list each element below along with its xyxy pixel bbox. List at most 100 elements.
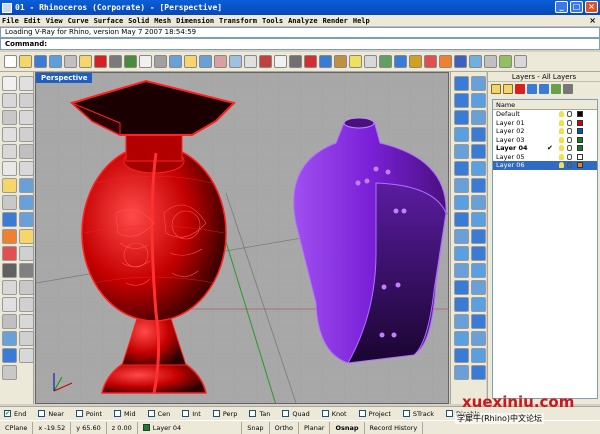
draw-tool-icon[interactable] xyxy=(2,229,17,244)
layer-color-swatch[interactable] xyxy=(577,145,583,151)
layer-options-icon[interactable] xyxy=(563,84,573,94)
move-up-icon[interactable] xyxy=(527,84,537,94)
toolbar-tool-icon[interactable] xyxy=(514,55,527,68)
viewport-title-tab[interactable]: Perspective xyxy=(36,73,93,83)
minimize-button[interactable]: _ xyxy=(555,1,568,13)
osnap-checkbox[interactable] xyxy=(114,410,122,417)
surface-tool-icon[interactable] xyxy=(454,348,469,363)
draw-tool-icon[interactable] xyxy=(2,178,17,193)
osnap-checkbox[interactable] xyxy=(38,410,46,417)
surface-tool-icon[interactable] xyxy=(471,110,486,125)
toolbar-tool-icon[interactable] xyxy=(109,55,122,68)
draw-tool-icon[interactable] xyxy=(2,348,17,363)
draw-tool-icon[interactable] xyxy=(2,144,17,159)
toolbar-tool-icon[interactable] xyxy=(469,55,482,68)
toolbar-tool-icon[interactable] xyxy=(34,55,47,68)
toolbar-tool-icon[interactable] xyxy=(304,55,317,68)
surface-tool-icon[interactable] xyxy=(454,246,469,261)
draw-tool-icon[interactable] xyxy=(2,365,17,380)
planar-toggle[interactable]: Planar xyxy=(299,421,331,434)
menu-tools[interactable]: Tools xyxy=(262,17,283,25)
osnap-checkbox[interactable] xyxy=(402,410,410,417)
filter-icon[interactable] xyxy=(551,84,561,94)
draw-tool-icon[interactable] xyxy=(19,280,34,295)
draw-tool-icon[interactable] xyxy=(2,314,17,329)
osnap-option[interactable]: STrack xyxy=(402,410,434,418)
osnap-option[interactable]: Perp xyxy=(212,410,237,418)
menu-dimension[interactable]: Dimension xyxy=(176,17,214,25)
perspective-viewport[interactable]: Perspective xyxy=(35,72,449,404)
draw-tool-icon[interactable] xyxy=(19,212,34,227)
layer-visibility-icon[interactable] xyxy=(559,119,564,126)
surface-tool-icon[interactable] xyxy=(471,76,486,91)
record-history-toggle[interactable]: Record History xyxy=(365,421,424,434)
maximize-button[interactable]: □ xyxy=(570,1,583,13)
surface-tool-icon[interactable] xyxy=(471,246,486,261)
toolbar-tool-icon[interactable] xyxy=(79,55,92,68)
menu-curve[interactable]: Curve xyxy=(68,17,89,25)
layers-column-header[interactable]: Name xyxy=(493,100,597,110)
draw-tool-icon[interactable] xyxy=(2,110,17,125)
surface-tool-icon[interactable] xyxy=(454,365,469,380)
toolbar-tool-icon[interactable] xyxy=(484,55,497,68)
draw-tool-icon[interactable] xyxy=(19,93,34,108)
surface-tool-icon[interactable] xyxy=(454,127,469,142)
layer-row[interactable]: Layer 03 xyxy=(493,136,597,145)
osnap-checkbox[interactable] xyxy=(249,410,257,417)
surface-tool-icon[interactable] xyxy=(454,144,469,159)
layer-visibility-icon[interactable] xyxy=(559,111,564,117)
toolbar-tool-icon[interactable] xyxy=(334,55,347,68)
osnap-option[interactable]: Quad xyxy=(282,410,310,418)
surface-tool-icon[interactable] xyxy=(471,195,486,210)
surface-tool-icon[interactable] xyxy=(454,76,469,91)
osnap-checkbox[interactable] xyxy=(182,410,190,417)
delete-layer-icon[interactable] xyxy=(515,84,525,94)
layer-lock-icon[interactable] xyxy=(567,162,572,168)
toolbar-tool-icon[interactable] xyxy=(94,55,107,68)
surface-tool-icon[interactable] xyxy=(471,178,486,193)
draw-tool-icon[interactable] xyxy=(2,76,17,91)
surface-tool-icon[interactable] xyxy=(454,263,469,278)
toolbar-tool-icon[interactable] xyxy=(214,55,227,68)
surface-tool-icon[interactable] xyxy=(471,127,486,142)
draw-tool-icon[interactable] xyxy=(2,280,17,295)
draw-tool-icon[interactable] xyxy=(2,195,17,210)
osnap-option[interactable]: ✔ End xyxy=(4,410,26,418)
osnap-checkbox[interactable] xyxy=(282,410,290,417)
surface-tool-icon[interactable] xyxy=(471,93,486,108)
toolbar-tool-icon[interactable] xyxy=(169,55,182,68)
surface-tool-icon[interactable] xyxy=(454,212,469,227)
layer-lock-icon[interactable] xyxy=(567,153,572,160)
menu-transform[interactable]: Transform xyxy=(219,17,257,25)
toolbar-tool-icon[interactable] xyxy=(439,55,452,68)
layer-color-swatch[interactable] xyxy=(577,136,583,143)
surface-tool-icon[interactable] xyxy=(471,144,486,159)
osnap-checkbox[interactable] xyxy=(446,410,454,417)
layer-row[interactable]: Layer 02 xyxy=(493,127,597,136)
toolbar-tool-icon[interactable] xyxy=(289,55,302,68)
draw-tool-icon[interactable] xyxy=(19,229,34,244)
layer-row[interactable]: Layer 05 xyxy=(493,153,597,162)
toolbar-tool-icon[interactable] xyxy=(4,55,17,68)
osnap-option[interactable]: Tan xyxy=(249,410,270,418)
toolbar-tool-icon[interactable] xyxy=(124,55,137,68)
draw-tool-icon[interactable] xyxy=(2,263,17,278)
toolbar-tool-icon[interactable] xyxy=(259,55,272,68)
surface-tool-icon[interactable] xyxy=(454,280,469,295)
layer-lock-icon[interactable] xyxy=(567,119,572,126)
layer-lock-icon[interactable] xyxy=(567,128,572,134)
surface-tool-icon[interactable] xyxy=(471,314,486,329)
surface-tool-icon[interactable] xyxy=(454,229,469,244)
surface-tool-icon[interactable] xyxy=(471,263,486,278)
toolbar-tool-icon[interactable] xyxy=(319,55,332,68)
toolbar-tool-icon[interactable] xyxy=(349,55,362,68)
toolbar-tool-icon[interactable] xyxy=(19,55,32,68)
toolbar-tool-icon[interactable] xyxy=(154,55,167,68)
osnap-checkbox[interactable]: ✔ xyxy=(4,410,11,417)
toolbar-tool-icon[interactable] xyxy=(364,55,377,68)
draw-tool-icon[interactable] xyxy=(2,93,17,108)
surface-tool-icon[interactable] xyxy=(471,229,486,244)
surface-tool-icon[interactable] xyxy=(471,212,486,227)
layer-row[interactable]: Layer 01 xyxy=(493,119,597,128)
osnap-option[interactable]: Knot xyxy=(321,410,347,418)
